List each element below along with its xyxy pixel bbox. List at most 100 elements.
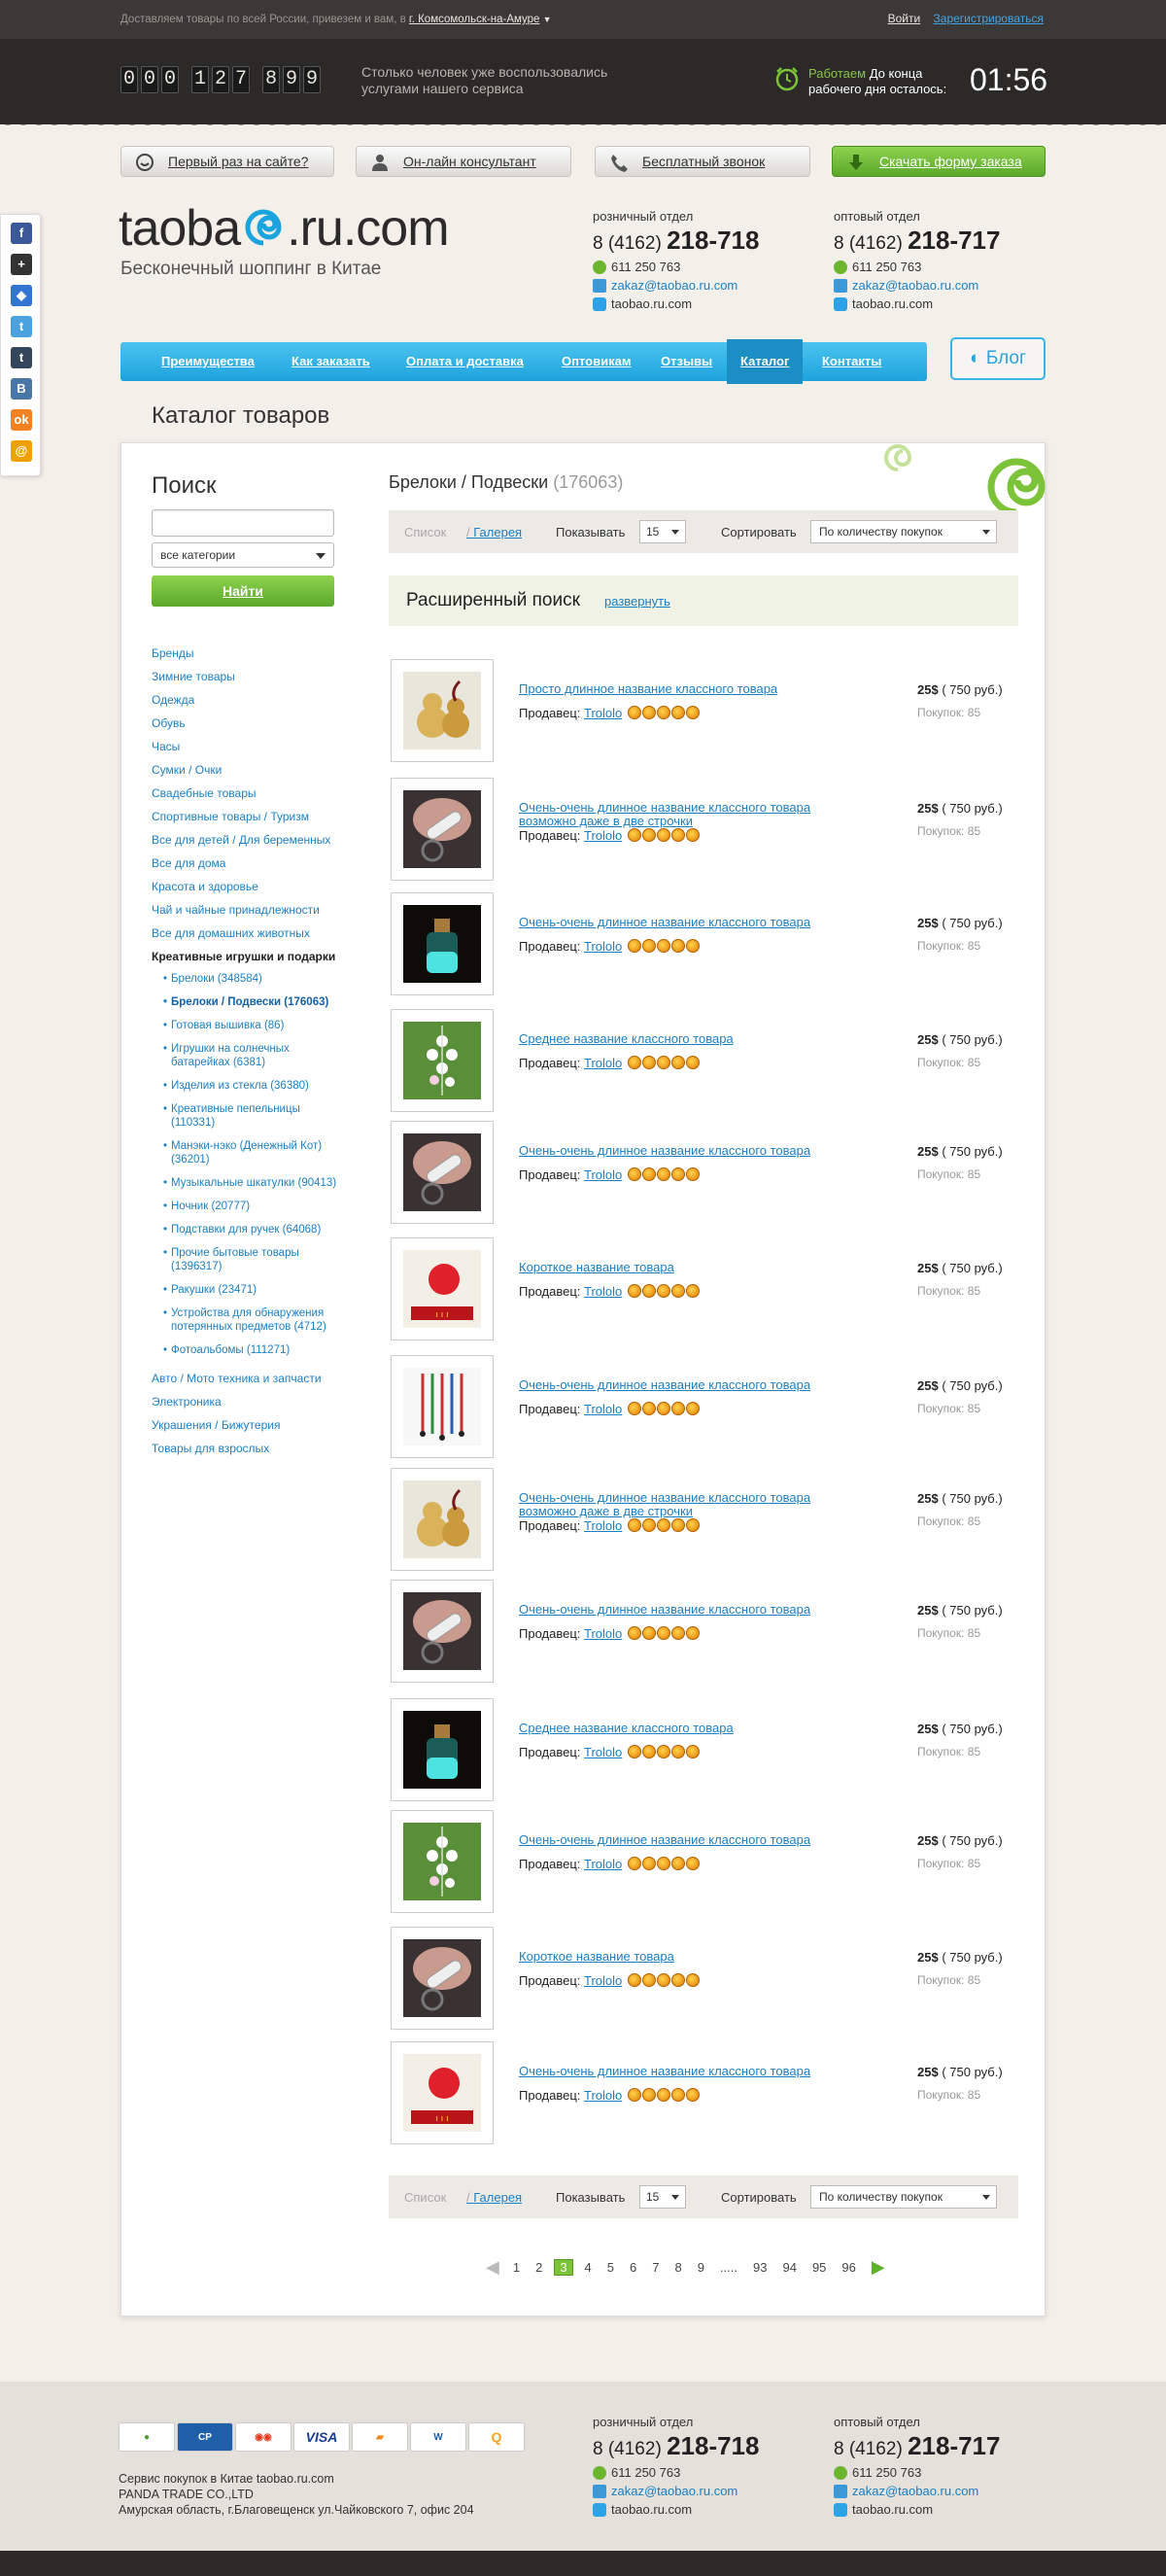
subcategory-link[interactable]: Креативные пепельницы (110331) xyxy=(163,1102,346,1130)
product-thumbnail[interactable] xyxy=(391,892,494,995)
category-select[interactable]: все категории xyxy=(152,542,334,568)
subcategory-link[interactable]: Устройства для обнаружения потерянных пр… xyxy=(163,1306,346,1334)
register-link[interactable]: Зарегистрироваться xyxy=(934,12,1044,25)
product-thumbnail[interactable] xyxy=(391,1009,494,1112)
page-link[interactable]: 93 xyxy=(745,2260,774,2275)
category-link[interactable]: Авто / Мото техника и запчасти xyxy=(152,1367,346,1390)
seller-link[interactable]: Trololo xyxy=(584,706,622,720)
view-list-toggle[interactable]: Список xyxy=(404,525,446,540)
category-link-open[interactable]: Креативные игрушки и подарки xyxy=(152,945,346,968)
product-name-link[interactable]: Очень-очень длинное название классного т… xyxy=(519,1833,849,1847)
category-link[interactable]: Обувь xyxy=(152,712,346,735)
category-link[interactable]: Все для домашних животных xyxy=(152,922,346,945)
blog-button[interactable]: ◐ Блог xyxy=(950,337,1046,380)
page-link[interactable]: 7 xyxy=(644,2260,667,2275)
product-name-link[interactable]: Короткое название товара xyxy=(519,1950,849,1964)
page-current[interactable]: 3 xyxy=(554,2258,573,2276)
product-name-link[interactable]: Среднее название классного товара xyxy=(519,1722,849,1735)
site-logo[interactable]: taoba .ru.com xyxy=(119,199,450,258)
seller-link[interactable]: Trololo xyxy=(584,939,622,954)
subcategory-link[interactable]: Брелоки (348584) xyxy=(163,972,346,986)
category-link[interactable]: Красота и здоровье xyxy=(152,875,346,898)
sort-select[interactable]: По количеству покупок xyxy=(810,2185,997,2209)
subcategory-link[interactable]: Ночник (20777) xyxy=(163,1200,346,1213)
nav-item-reviews[interactable]: Отзывы xyxy=(661,342,712,381)
category-link[interactable]: Часы xyxy=(152,735,346,758)
twitter-icon[interactable]: t xyxy=(11,316,32,337)
consultant-button[interactable]: Он-лайн консультант xyxy=(356,146,571,177)
product-name-link[interactable]: Очень-очень длинное название классного т… xyxy=(519,2065,849,2078)
next-page-arrow-icon[interactable]: ▶ xyxy=(872,2257,885,2278)
seller-link[interactable]: Trololo xyxy=(584,1857,622,1871)
product-name-link[interactable]: Среднее название классного товара xyxy=(519,1032,849,1046)
product-name-link[interactable]: Очень-очень длинное название классного т… xyxy=(519,916,849,929)
vkontakte-icon[interactable]: B xyxy=(11,378,32,400)
per-page-select[interactable]: 15 xyxy=(639,2185,686,2209)
category-link[interactable]: Чай и чайные принадлежности xyxy=(152,898,346,922)
product-name-link[interactable]: Очень-очень длинное название классного т… xyxy=(519,1144,849,1158)
page-link[interactable]: 9 xyxy=(690,2260,712,2275)
subcategory-link-selected[interactable]: Брелоки / Подвески (176063) xyxy=(163,995,346,1009)
seller-link[interactable]: Trololo xyxy=(584,1626,622,1641)
search-button[interactable]: Найти xyxy=(152,575,334,607)
nav-item-wholesale[interactable]: Оптовикам xyxy=(562,342,631,381)
category-link[interactable]: Свадебные товары xyxy=(152,782,346,805)
view-gallery-toggle[interactable]: / Галерея xyxy=(466,2190,522,2205)
category-link[interactable]: Электроника xyxy=(152,1390,346,1413)
page-link[interactable]: 96 xyxy=(834,2260,863,2275)
category-link[interactable]: Украшения / Бижутерия xyxy=(152,1413,346,1437)
category-link[interactable]: Одежда xyxy=(152,688,346,712)
plus-icon[interactable]: + xyxy=(11,254,32,275)
seller-link[interactable]: Trololo xyxy=(584,1973,622,1988)
seller-link[interactable]: Trololo xyxy=(584,1518,622,1533)
chevron-down-icon[interactable]: ▼ xyxy=(543,15,552,24)
subcategory-link[interactable]: Игрушки на солнечных батарейках (6381) xyxy=(163,1042,346,1069)
category-link[interactable]: Спортивные товары / Туризм xyxy=(152,805,346,828)
odnoklassniki-icon[interactable]: ok xyxy=(11,409,32,431)
sort-select[interactable]: По количеству покупок xyxy=(810,520,997,543)
nav-item-how-to-order[interactable]: Как заказать xyxy=(292,342,370,381)
page-link[interactable]: 1 xyxy=(505,2260,528,2275)
first-time-button[interactable]: Первый раз на сайте? xyxy=(120,146,334,177)
seller-link[interactable]: Trololo xyxy=(584,1745,622,1759)
product-name-link[interactable]: Очень-очень длинное название классного т… xyxy=(519,1603,849,1617)
category-link[interactable]: Все для дома xyxy=(152,852,346,875)
product-thumbnail[interactable]: ו ו ו xyxy=(391,1237,494,1340)
product-thumbnail[interactable] xyxy=(391,1927,494,2030)
login-link[interactable]: Войти xyxy=(888,12,921,25)
product-thumbnail[interactable] xyxy=(391,1698,494,1801)
product-name-link[interactable]: Очень-очень длинное название классного т… xyxy=(519,1378,849,1392)
contact-email[interactable]: zakaz@taobao.ru.com xyxy=(852,2484,978,2498)
contact-email[interactable]: zakaz@taobao.ru.com xyxy=(852,278,978,293)
nav-item-payment-delivery[interactable]: Оплата и доставка xyxy=(406,342,524,381)
product-name-link[interactable]: Очень-очень длинное название классного т… xyxy=(519,1491,849,1518)
page-link[interactable]: 5 xyxy=(600,2260,622,2275)
product-thumbnail[interactable] xyxy=(391,1580,494,1683)
subcategory-link[interactable]: Изделия из стекла (36380) xyxy=(163,1079,346,1093)
prev-page-arrow-icon[interactable]: ◀ xyxy=(486,2257,499,2278)
nav-item-catalog[interactable]: Каталог xyxy=(727,339,804,384)
per-page-select[interactable]: 15 xyxy=(639,520,686,543)
subcategory-link[interactable]: Готовая вышивка (86) xyxy=(163,1019,346,1032)
subcategory-link[interactable]: Подставки для ручек (64068) xyxy=(163,1223,346,1236)
page-link[interactable]: 6 xyxy=(622,2260,644,2275)
free-call-button[interactable]: Бесплатный звонок xyxy=(595,146,810,177)
product-thumbnail[interactable] xyxy=(391,659,494,762)
nav-item-advantages[interactable]: Преимущества xyxy=(161,342,255,381)
product-thumbnail[interactable] xyxy=(391,1355,494,1458)
page-link[interactable]: 94 xyxy=(774,2260,804,2275)
product-thumbnail[interactable]: ו ו ו xyxy=(391,2041,494,2144)
advanced-search-expand[interactable]: развернуть xyxy=(604,594,670,609)
subcategory-link[interactable]: Ракушки (23471) xyxy=(163,1283,346,1297)
contact-email[interactable]: zakaz@taobao.ru.com xyxy=(611,2484,737,2498)
seller-link[interactable]: Trololo xyxy=(584,828,622,843)
product-name-link[interactable]: Короткое название товара xyxy=(519,1261,849,1274)
seller-link[interactable]: Trololo xyxy=(584,2088,622,2103)
page-link[interactable]: 4 xyxy=(577,2260,600,2275)
download-order-form-button[interactable]: Скачать форму заказа xyxy=(832,146,1046,177)
subcategory-link[interactable]: Прочие бытовые товары (1396317) xyxy=(163,1246,346,1273)
page-link[interactable]: 8 xyxy=(667,2260,689,2275)
subcategory-link[interactable]: Музыкальные шкатулки (90413) xyxy=(163,1176,346,1190)
page-link[interactable]: 95 xyxy=(805,2260,834,2275)
product-thumbnail[interactable] xyxy=(391,778,494,881)
